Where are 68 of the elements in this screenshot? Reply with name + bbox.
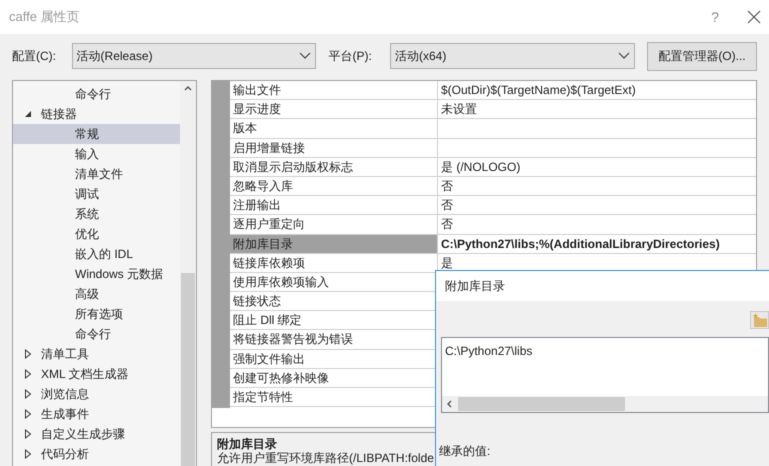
tree-item[interactable]: 浏览信息 bbox=[13, 384, 180, 404]
help-button[interactable]: ? bbox=[701, 6, 729, 28]
config-dropdown[interactable]: 活动(Release) bbox=[72, 43, 316, 69]
expand-triangle-icon[interactable] bbox=[24, 429, 32, 439]
tree-item[interactable]: 代码分析 bbox=[13, 444, 180, 464]
tree-item[interactable]: 常规 bbox=[13, 124, 180, 144]
scrollbar[interactable] bbox=[180, 81, 196, 466]
tree-item[interactable]: 清单文件 bbox=[13, 164, 180, 184]
tree-item[interactable]: 所有选项 bbox=[13, 304, 180, 324]
description-title: 附加库目录 bbox=[217, 437, 278, 451]
tree-item[interactable]: 生成事件 bbox=[13, 404, 180, 424]
config-label: 配置(C): bbox=[12, 48, 57, 65]
tree-item[interactable]: 命令行 bbox=[13, 324, 180, 344]
tree-item[interactable]: XML 文档生成器 bbox=[13, 364, 180, 384]
expand-triangle-icon[interactable] bbox=[24, 409, 32, 419]
config-manager-button[interactable]: 配置管理器(O)... bbox=[646, 42, 757, 70]
property-row[interactable]: 显示进度 未设置 bbox=[230, 100, 756, 120]
tree-item[interactable]: 输入 bbox=[13, 144, 180, 164]
tree-item[interactable]: 优化 bbox=[13, 224, 180, 244]
window-title: caffe 属性页 bbox=[9, 8, 80, 26]
directory-list[interactable]: C:\Python27\libs bbox=[441, 337, 769, 413]
tree-item[interactable]: Windows 元数据 bbox=[13, 264, 180, 284]
property-value: 否 bbox=[440, 178, 454, 195]
property-value: 是 (/NOLOGO) bbox=[440, 158, 522, 176]
expand-triangle-icon[interactable] bbox=[24, 349, 32, 359]
expand-triangle-icon[interactable] bbox=[24, 389, 32, 399]
description-text: 允许用户重写环境库路径(/LIBPATH:folde bbox=[217, 451, 431, 465]
platform-label: 平台(P): bbox=[328, 48, 373, 65]
tree-item[interactable]: 链接器 bbox=[13, 104, 180, 124]
collapse-triangle-icon[interactable] bbox=[24, 110, 32, 118]
inherited-values-label: 继承的值: bbox=[438, 443, 492, 460]
property-row[interactable]: 输出文件 $(OutDir)$(TargetName)$(TargetExt) bbox=[230, 81, 756, 100]
tree-item[interactable]: 系统 bbox=[13, 204, 180, 224]
property-name: 取消显示启动版权标志 bbox=[230, 158, 438, 176]
directory-entry[interactable]: C:\Python27\libs bbox=[445, 342, 768, 360]
scrollbar-thumb[interactable] bbox=[458, 397, 625, 411]
property-name: 输出文件 bbox=[230, 81, 438, 100]
tree-item[interactable]: 高级 bbox=[13, 284, 180, 304]
property-value: $(OutDir)$(TargetName)$(TargetExt) bbox=[440, 82, 637, 99]
property-row[interactable]: 版本 bbox=[230, 119, 756, 139]
tree-item[interactable]: 清单工具 bbox=[13, 344, 180, 364]
property-value: 是 bbox=[440, 254, 454, 272]
scrollbar-thumb[interactable] bbox=[181, 273, 195, 466]
property-name: 忽略导入库 bbox=[230, 176, 438, 196]
expand-triangle-icon[interactable] bbox=[24, 369, 32, 379]
property-name: 显示进度 bbox=[230, 100, 438, 118]
tree-item[interactable]: 命令行 bbox=[13, 84, 180, 104]
property-name: 启用增量链接 bbox=[230, 138, 438, 157]
property-name: 逐用户重定向 bbox=[230, 215, 438, 234]
horizontal-scrollbar[interactable] bbox=[442, 396, 768, 412]
property-value: C:\Python27\libs;%(AdditionalLibraryDirectories) bbox=[438, 234, 756, 253]
tree-item[interactable]: 自定义生成步骤 bbox=[13, 424, 180, 444]
property-value: 否 bbox=[440, 216, 454, 234]
tree-item[interactable]: 调试 bbox=[13, 184, 180, 204]
close-icon[interactable] bbox=[747, 10, 761, 24]
property-value: 未设置 bbox=[440, 101, 478, 118]
property-value: 否 bbox=[440, 197, 454, 214]
dialog-title: 附加库目录 bbox=[445, 278, 505, 295]
tree-item[interactable]: 嵌入的 IDL bbox=[13, 244, 180, 264]
property-row[interactable]: 附加库目录 C:\Python27\libs;%(AdditionalLibraryDirectories) bbox=[230, 234, 756, 254]
expand-triangle-icon[interactable] bbox=[24, 449, 32, 459]
property-row[interactable]: 忽略导入库 否 bbox=[230, 176, 756, 196]
property-name: 版本 bbox=[230, 119, 438, 138]
property-name: 注册输出 bbox=[230, 196, 438, 214]
property-row[interactable]: 注册输出 否 bbox=[230, 196, 756, 216]
property-row[interactable]: 启用增量链接 bbox=[230, 138, 756, 158]
platform-dropdown[interactable]: 活动(x64) bbox=[390, 43, 635, 69]
property-row[interactable]: 取消显示启动版权标志 是 (/NOLOGO) bbox=[230, 158, 756, 177]
